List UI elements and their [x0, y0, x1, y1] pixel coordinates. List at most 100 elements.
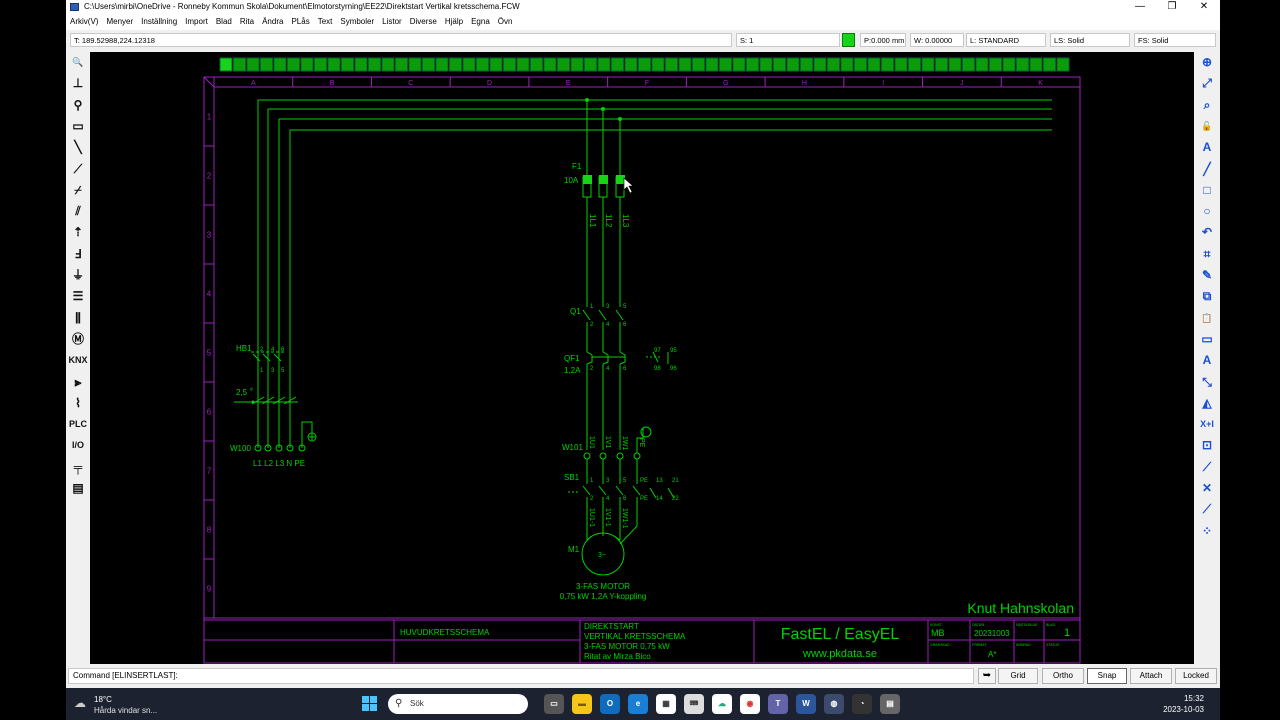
layer-tab[interactable] [746, 57, 759, 72]
text-icon[interactable]: A [1197, 137, 1217, 157]
layer-tab[interactable] [246, 57, 260, 72]
layer-tab[interactable] [489, 57, 503, 72]
layer-tab[interactable] [854, 57, 867, 72]
recorder-icon[interactable]: ◔ [852, 694, 872, 714]
layer-tab[interactable] [719, 57, 732, 72]
relay-icon[interactable]: Ⅎ [68, 244, 88, 264]
layer-tab[interactable] [651, 57, 665, 72]
layer-tab[interactable] [800, 57, 813, 72]
plc-icon[interactable]: PLC [68, 414, 88, 434]
layer-tab[interactable] [260, 57, 273, 72]
menu-item-1[interactable]: Menyer [102, 14, 137, 30]
layer-tab[interactable] [705, 57, 719, 72]
layer-tab[interactable] [422, 57, 435, 72]
layer-tab[interactable] [314, 57, 327, 72]
menu-item-11[interactable]: Diverse [406, 14, 441, 30]
layer-tab[interactable] [597, 57, 611, 72]
ground-icon[interactable]: ⏚ [68, 265, 88, 285]
layer-tab[interactable] [1016, 57, 1029, 72]
knx-icon[interactable]: KNX [68, 350, 88, 370]
edge-icon[interactable]: e [628, 694, 648, 714]
menu-item-10[interactable]: Listor [378, 14, 406, 30]
close-button[interactable]: ✕ [1188, 0, 1220, 14]
layer-tab[interactable] [462, 57, 476, 72]
layer-tab[interactable] [813, 57, 827, 72]
linestyle-field[interactable]: LS: Solid [1050, 33, 1130, 47]
extend-icon[interactable]: ⤡ [1197, 372, 1217, 392]
eraser-icon[interactable]: ✎ [1197, 265, 1217, 285]
layer-tab[interactable] [881, 57, 894, 72]
terminal-icon[interactable]: ⫼ [68, 308, 88, 328]
draw-line-icon[interactable]: ╱ [1197, 159, 1217, 179]
pen-field[interactable]: P:0.000 mm [860, 33, 906, 47]
layer-field[interactable]: L: STANDARD [966, 33, 1046, 47]
layer-tab[interactable] [773, 57, 786, 72]
layer-tab[interactable] [408, 57, 422, 72]
menu-item-4[interactable]: Blad [212, 14, 236, 30]
layer-tab[interactable] [233, 57, 246, 72]
keyboard-app-icon[interactable]: ⌨ [684, 694, 704, 714]
menu-item-5[interactable]: Rita [236, 14, 258, 30]
zoom-window-icon[interactable]: ⌕ [1197, 95, 1217, 115]
edit-text-icon[interactable]: A [1197, 350, 1217, 370]
chrome-icon[interactable]: ◉ [740, 694, 760, 714]
taskbar-search[interactable]: ⚲ Sök [388, 694, 528, 714]
layer-tab[interactable] [287, 57, 300, 72]
schematic-svg[interactable]: ABCDEFGHIJK 123456789 F1 10A 1L1 1L2 1L3… [90, 52, 1194, 664]
layer-tab[interactable] [570, 57, 584, 72]
layer-tab[interactable] [948, 57, 962, 72]
outlook-icon[interactable]: O [600, 694, 620, 714]
minimize-button[interactable]: — [1124, 0, 1156, 14]
layer-tab[interactable] [449, 57, 462, 72]
locked-button[interactable]: Locked [1175, 668, 1217, 684]
menu-item-7[interactable]: PLås [287, 14, 313, 30]
layer-tab[interactable] [368, 57, 381, 72]
undo-icon[interactable]: ↶ [1197, 222, 1217, 242]
command-input[interactable]: Command [ELINSERTLAST]: [68, 668, 974, 684]
menu-item-6[interactable]: Ändra [258, 14, 287, 30]
layer-tab[interactable] [665, 57, 678, 72]
copy-icon[interactable]: ⧉ [1197, 286, 1217, 306]
zoom-fit-icon[interactable]: ⤢ [1197, 73, 1217, 93]
layer-tab[interactable] [611, 57, 624, 72]
layer-tab[interactable] [503, 57, 516, 72]
menu-item-0[interactable]: Arkiv(V) [66, 14, 102, 30]
zoom-in-icon[interactable]: ⊕ [1197, 52, 1217, 72]
layer-tab[interactable] [732, 57, 746, 72]
snap-midpoint-icon[interactable]: ⁘ [1197, 521, 1217, 541]
weather-widget[interactable]: ☁ 18°C Hårda vindar sn... [74, 692, 194, 716]
security-app-icon[interactable]: ◍ [824, 694, 844, 714]
store-icon[interactable]: ▦ [656, 694, 676, 714]
command-arrow-icon[interactable]: ➥ [978, 668, 996, 684]
snap-center-icon[interactable]: ⊡ [1197, 435, 1217, 455]
list-icon[interactable]: ▤ [68, 478, 88, 498]
layer-tab[interactable] [678, 57, 692, 72]
layer-tab[interactable] [786, 57, 800, 72]
layer-tab[interactable] [476, 57, 489, 72]
layer-tab[interactable] [962, 57, 975, 72]
layer-tab[interactable] [273, 57, 287, 72]
attach-button[interactable]: Attach [1130, 668, 1172, 684]
layer-tab[interactable] [530, 57, 543, 72]
word-icon[interactable]: W [796, 694, 816, 714]
layer-tab[interactable] [989, 57, 1002, 72]
zoom-icon[interactable]: 🔍 [68, 52, 88, 72]
snap-end-icon[interactable]: ⟋ [1197, 457, 1217, 477]
fillstyle-field[interactable]: FS: Solid [1134, 33, 1216, 47]
maximize-button[interactable]: ❐ [1156, 0, 1188, 14]
layer-tab[interactable] [1043, 57, 1056, 72]
onedrive-app-icon[interactable]: ☁ [712, 694, 732, 714]
teams-icon[interactable]: T [768, 694, 788, 714]
layer-tab[interactable] [759, 57, 773, 72]
bent-line-icon[interactable]: ⟋ [68, 159, 88, 179]
layer-tab[interactable] [557, 57, 570, 72]
menu-item-9[interactable]: Symboler [336, 14, 378, 30]
layer-tab[interactable] [300, 57, 314, 72]
busbar-icon[interactable]: ☰ [68, 286, 88, 306]
menu-item-8[interactable]: Text [314, 14, 337, 30]
contact-icon[interactable]: ⇡ [68, 222, 88, 242]
line-icon[interactable]: ╲ [68, 137, 88, 157]
move-icon[interactable]: ▭ [1197, 329, 1217, 349]
layer-tab[interactable] [908, 57, 921, 72]
pen-color-swatch[interactable] [842, 33, 855, 47]
